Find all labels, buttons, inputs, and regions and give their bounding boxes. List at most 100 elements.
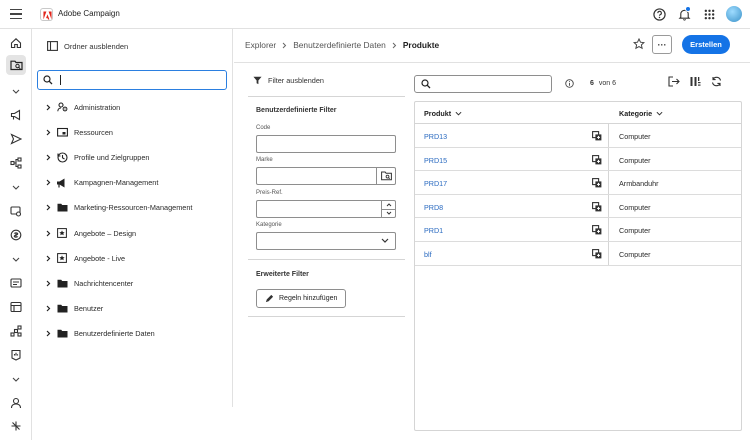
hide-folders-label: Ordner ausblenden (64, 41, 129, 51)
tree-item[interactable]: Benutzerdefinierte Daten (46, 327, 155, 341)
hide-folders-button[interactable]: Ordner ausblenden (47, 41, 128, 51)
avatar[interactable] (726, 6, 742, 22)
column-header-category[interactable]: Kategorie (619, 109, 663, 118)
tree-item[interactable]: Administration (46, 100, 120, 114)
code-field[interactable] (256, 135, 396, 153)
tree-item-label: Benutzerdefinierte Daten (74, 329, 155, 339)
add-rules-button[interactable]: Regeln hinzufügen (256, 289, 347, 308)
price-ref-field[interactable] (256, 200, 396, 218)
create-button[interactable]: Erstellen (682, 35, 730, 54)
chevron-down-icon[interactable] (8, 251, 24, 267)
chevron-right-icon[interactable] (46, 280, 56, 287)
target-icon[interactable] (8, 203, 24, 219)
product-link[interactable]: PRD17 (424, 179, 447, 188)
help-icon[interactable] (651, 6, 667, 22)
workflow-icon[interactable] (8, 155, 24, 171)
chevron-down-icon (656, 111, 663, 116)
chevron-right-icon[interactable] (46, 104, 56, 111)
chevron-right-icon[interactable] (46, 330, 56, 337)
grid-search-input[interactable] (414, 75, 552, 93)
table-row[interactable]: PRD17 Armbanduhr (415, 171, 741, 195)
product-link[interactable]: PRD15 (424, 156, 447, 165)
column-header-product[interactable]: Produkt (424, 109, 462, 118)
category-label: Kategorie (256, 222, 282, 228)
copy-icon[interactable] (592, 131, 602, 143)
breadcrumb: Explorer Benutzerdefinierte Daten Produk… (245, 40, 439, 50)
templates-icon[interactable] (8, 299, 24, 315)
chevron-right-icon[interactable] (46, 129, 56, 136)
tree-item-label: Ressourcen (74, 127, 113, 137)
table-row[interactable]: blf Computer (415, 242, 741, 266)
breadcrumb-explorer[interactable]: Explorer (245, 40, 276, 50)
offer-icon (56, 253, 68, 264)
stepper-up-icon[interactable] (382, 201, 395, 210)
tree-item[interactable]: Nachrichtencenter (46, 276, 133, 290)
copy-icon[interactable] (592, 201, 602, 214)
chevron-right-icon[interactable] (46, 230, 56, 237)
table-row[interactable]: PRD1 Computer (415, 218, 741, 242)
breadcrumb-custom-data[interactable]: Benutzerdefinierte Daten (293, 40, 386, 50)
copy-icon[interactable] (592, 178, 602, 190)
copy-icon[interactable] (592, 225, 602, 237)
export-icon[interactable] (668, 76, 680, 89)
product-link[interactable]: blf (424, 250, 432, 259)
price-ref-stepper[interactable] (381, 201, 395, 217)
chevron-right-icon[interactable] (46, 305, 56, 312)
brand-field[interactable] (256, 167, 396, 185)
campaign-icon[interactable] (8, 107, 24, 123)
tree-item[interactable]: Marketing-Ressourcen-Management (46, 201, 192, 215)
tree-item-label: Angebote – Design (74, 228, 137, 238)
top-bar: Adobe Campaign (0, 0, 750, 29)
table-row[interactable]: PRD15 Computer (415, 148, 741, 172)
send-icon[interactable] (8, 131, 24, 147)
code-label: Code (256, 125, 271, 131)
chevron-down-icon[interactable] (8, 179, 24, 195)
category-cell: Armbanduhr (619, 179, 659, 189)
tree-item[interactable]: Angebote – Design (46, 226, 136, 240)
tree-item[interactable]: Angebote - Live (46, 251, 125, 265)
chevron-right-icon (282, 42, 287, 48)
chevron-down-icon[interactable] (8, 371, 24, 387)
edit-icon (265, 294, 274, 303)
tree-item[interactable]: Kampagnen-Management (46, 176, 158, 190)
tree-item[interactable]: Benutzer (46, 302, 103, 316)
tree-item[interactable]: Profile und Zielgruppen (46, 150, 149, 164)
brand-picker-button[interactable] (376, 168, 395, 184)
home-icon[interactable] (8, 35, 24, 51)
copy-icon[interactable] (592, 154, 602, 167)
reports-icon[interactable] (8, 347, 24, 363)
content-icon[interactable] (8, 275, 24, 291)
notifications-icon[interactable] (676, 6, 692, 22)
product-link[interactable]: PRD8 (424, 203, 443, 212)
more-actions-button[interactable]: ··· (652, 35, 672, 54)
hide-filters-button[interactable]: Filter ausblenden (253, 76, 324, 85)
apps-grid-icon[interactable] (701, 6, 717, 22)
adobe-logo (40, 8, 53, 21)
chevron-right-icon[interactable] (46, 154, 56, 161)
folder-icon (56, 278, 68, 288)
category-select[interactable] (256, 232, 396, 250)
chevron-right-icon[interactable] (46, 179, 56, 186)
product-link[interactable]: PRD1 (424, 226, 443, 235)
stepper-down-icon[interactable] (382, 210, 395, 218)
favorite-star-icon[interactable] (632, 37, 646, 52)
offers-icon[interactable] (8, 227, 24, 243)
chevron-down-icon[interactable] (8, 83, 24, 99)
refresh-icon[interactable] (711, 76, 722, 89)
hierarchy-icon[interactable] (8, 323, 24, 339)
chevron-right-icon (392, 42, 397, 48)
tree-search-input[interactable] (37, 70, 227, 90)
copy-icon[interactable] (592, 249, 602, 261)
explorer-icon[interactable] (6, 55, 26, 75)
columns-icon[interactable] (690, 76, 701, 89)
table-row[interactable]: PRD13 Computer (415, 124, 741, 148)
product-link[interactable]: PRD13 (424, 132, 447, 141)
table-row[interactable]: PRD8 Computer (415, 195, 741, 219)
menu-icon[interactable] (10, 9, 22, 20)
audit-icon[interactable] (8, 418, 24, 434)
user-icon[interactable] (8, 395, 24, 411)
chevron-right-icon[interactable] (46, 204, 56, 211)
chevron-right-icon[interactable] (46, 255, 56, 262)
tree-item-label: Administration (74, 102, 121, 112)
tree-item[interactable]: Ressourcen (46, 125, 113, 139)
